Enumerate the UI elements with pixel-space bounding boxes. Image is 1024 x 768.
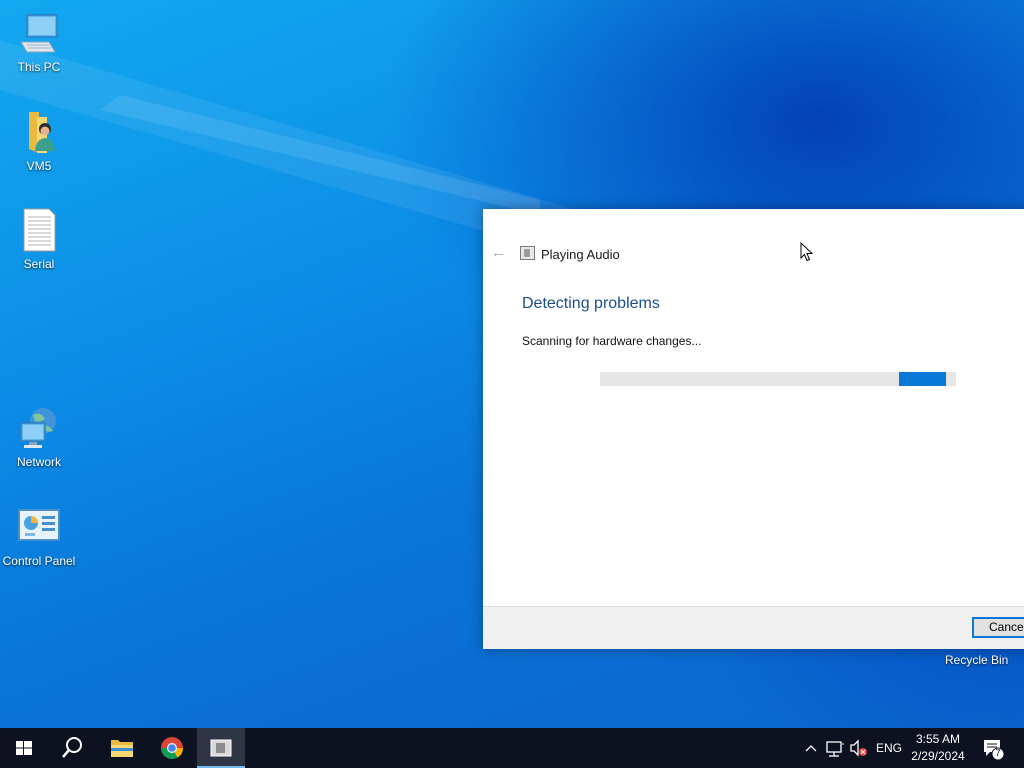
desktop-icon-label: Serial [23,257,55,271]
troubleshooter-icon [520,246,535,260]
this-pc-icon [15,10,63,58]
dialog-footer: Cancel [483,606,1024,649]
network-wired-icon [826,741,844,757]
troubleshooter-icon [210,739,232,757]
action-center-button[interactable]: 7 [978,728,1008,768]
cancel-button[interactable]: Cancel [972,617,1024,638]
taskbar: ENG 3:55 AM 2/29/2024 7 [0,728,1024,768]
chrome-icon [161,737,183,759]
desktop-icon-vm5[interactable]: VM5 [0,109,78,173]
scan-progress-bar [600,372,956,386]
desktop-icon-network[interactable]: Network [0,405,78,469]
desktop-icon-this-pc[interactable]: This PC [0,10,78,74]
volume-tray-button[interactable] [848,728,870,768]
control-panel-icon [15,504,63,552]
desktop-icon-label: Control Panel [2,554,76,568]
network-tray-button[interactable] [824,728,846,768]
chevron-up-icon [805,745,817,752]
clock-time: 3:55 AM [915,732,961,746]
show-hidden-icons-button[interactable] [802,728,820,768]
troubleshooter-dialog: ← Playing Audio Detecting problems Scann… [483,209,1024,649]
dialog-status-text: Scanning for hardware changes... [522,334,702,348]
dialog-title: Playing Audio [541,247,620,262]
file-explorer-button[interactable] [98,728,146,768]
start-button[interactable] [0,728,48,768]
windows-logo-icon [16,741,32,755]
desktop-icon-serial[interactable]: Serial [0,207,78,271]
folder-icon [111,740,133,757]
desktop-icon-label: Network [16,455,61,469]
desktop-icon-label: VM5 [26,159,52,173]
desktop-icon-recycle-bin[interactable]: Recycle Bin [945,653,1008,667]
user-folder-icon [15,109,63,157]
search-icon [62,737,82,758]
system-clock[interactable]: 3:55 AM 2/29/2024 [905,731,971,765]
text-document-icon [15,207,63,255]
search-button[interactable] [48,728,96,768]
notification-icon [984,740,1005,761]
progress-marquee-block [899,372,946,386]
troubleshooter-taskbar-button[interactable] [197,728,245,768]
back-arrow-icon[interactable]: ← [491,245,507,261]
clock-date: 2/29/2024 [911,749,965,763]
dialog-header: ← Playing Audio [483,243,1024,267]
dialog-heading: Detecting problems [522,295,660,312]
desktop-icon-label: This PC [17,60,61,74]
notification-count-badge: 7 [995,748,1001,758]
desktop-icon-control-panel[interactable]: Control Panel [0,504,78,568]
network-icon [15,405,63,453]
volume-muted-icon [850,739,867,757]
mouse-cursor-icon [800,242,814,262]
language-indicator[interactable]: ENG [874,728,904,768]
chrome-button[interactable] [148,728,196,768]
